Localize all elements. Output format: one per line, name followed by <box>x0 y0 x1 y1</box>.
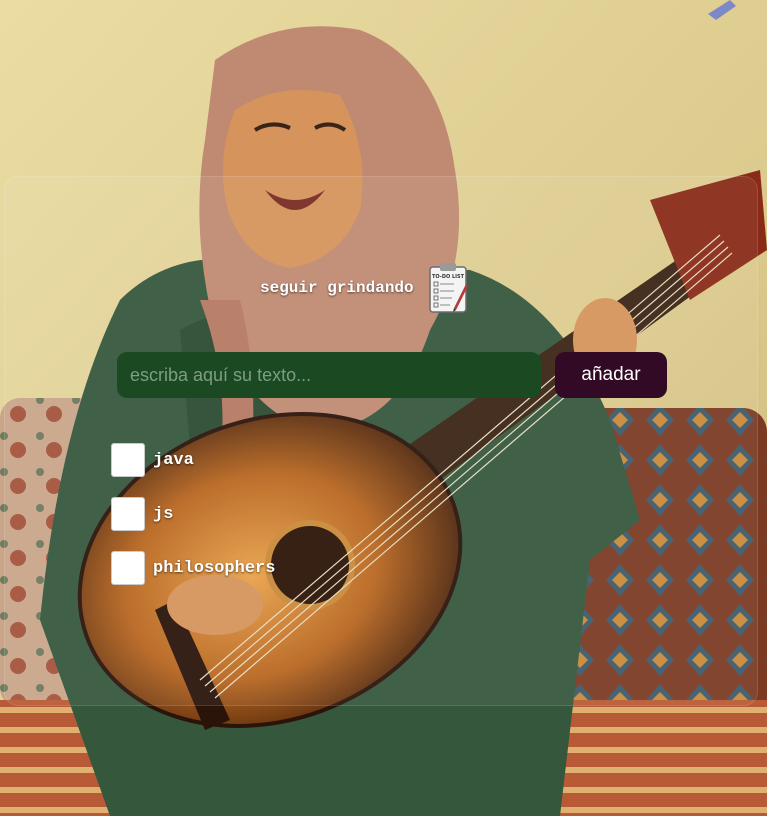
todo-text-input[interactable] <box>117 352 541 398</box>
add-button[interactable]: añadar <box>555 352 667 398</box>
todo-label: java <box>153 450 194 470</box>
todo-checkbox[interactable] <box>111 443 145 477</box>
todo-list: java js philosophers <box>111 443 275 605</box>
add-todo-form: añadar <box>117 352 667 398</box>
todo-label: philosophers <box>153 558 276 578</box>
todo-panel <box>4 176 758 706</box>
list-item: philosophers <box>111 551 275 585</box>
clipboard-todo-list-icon: TO-DO LIST <box>428 262 470 314</box>
todo-label: js <box>153 504 174 524</box>
page-title: seguir grindando <box>260 279 414 297</box>
todo-checkbox[interactable] <box>111 497 145 531</box>
header: seguir grindando TO-DO LIST <box>260 262 470 314</box>
clipboard-heading: TO-DO LIST <box>432 274 465 280</box>
list-item: js <box>111 497 275 531</box>
list-item: java <box>111 443 275 477</box>
todo-checkbox[interactable] <box>111 551 145 585</box>
